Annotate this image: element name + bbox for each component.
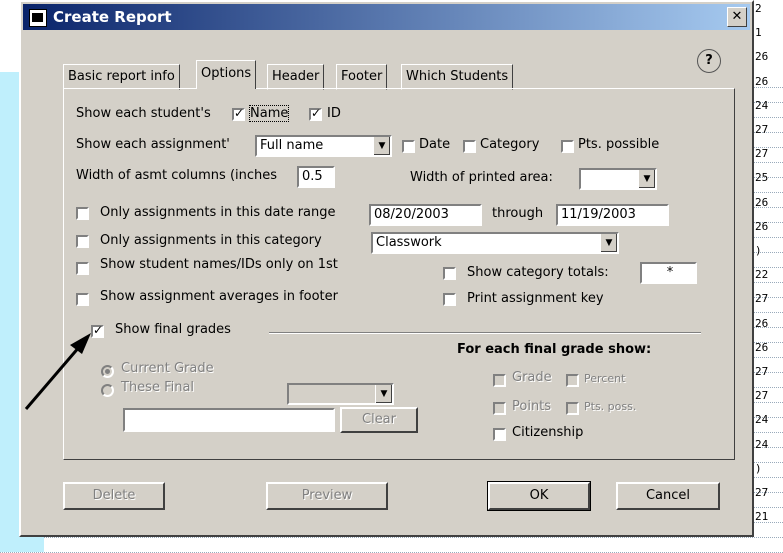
tab-options[interactable]: Options [196, 60, 257, 89]
annotation-arrow-icon [24, 333, 91, 410]
